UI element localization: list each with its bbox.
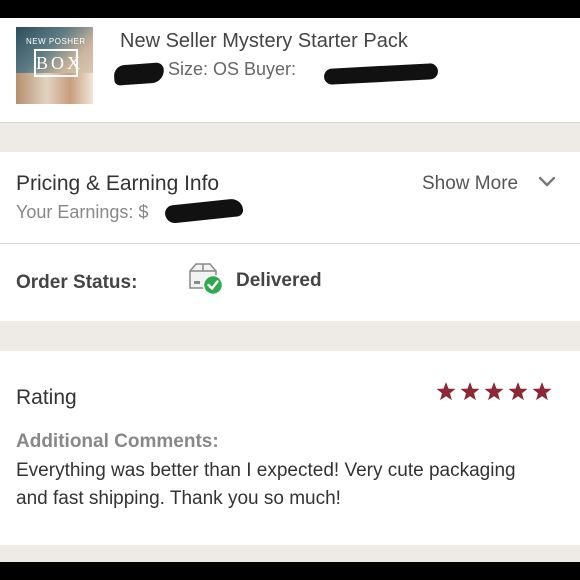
thumbnail-fabric [16,73,93,104]
top-black-bar [0,0,580,18]
price-redaction [113,62,165,86]
section-divider [0,545,580,562]
thumbnail-caption: NEW POSHER [26,37,86,46]
stars-graphic [436,382,552,401]
star-icon [532,382,552,401]
chevron-down-icon[interactable] [538,176,556,188]
show-more-button[interactable]: Show More [422,173,518,195]
star-rating [436,380,552,404]
order-status-section: Order Status: Delivered [0,244,580,322]
product-meta: Size: OS Buyer: [168,59,297,79]
section-divider [0,321,580,351]
comments-text: Everything was better than I expected! V… [16,460,516,509]
delivered-package-icon [189,263,224,296]
rating-section: Rating Additional Comments: Everything w… [0,351,580,546]
thumbnail-logo-text: BOX [34,49,80,77]
product-thumbnail[interactable]: NEW POSHER BOX [16,27,93,104]
star-icon [508,382,528,401]
earnings-label: Your Earnings: $ [16,202,149,222]
pricing-title: Pricing & Earning Info [16,172,220,195]
bottom-black-bar [0,562,580,580]
section-divider [0,123,580,152]
star-icon [484,382,504,401]
order-status-label: Order Status: [16,272,138,293]
pricing-section: Pricing & Earning Info Your Earnings: $ … [0,152,580,244]
earnings-redaction [164,197,244,225]
product-summary[interactable]: NEW POSHER BOX New Seller Mystery Starte… [0,18,580,123]
star-icon [460,382,480,401]
comments-label: Additional Comments: [16,431,219,452]
order-status-value: Delivered [236,270,322,291]
star-icon [436,382,456,401]
product-title[interactable]: New Seller Mystery Starter Pack [120,30,408,53]
rating-title: Rating [16,386,77,409]
buyer-redaction [323,63,439,85]
